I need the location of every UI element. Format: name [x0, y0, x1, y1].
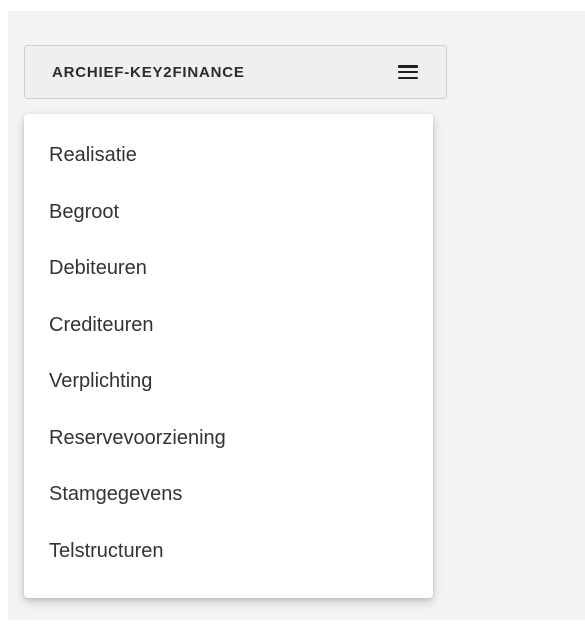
menu-item-crediteuren[interactable]: Crediteuren	[24, 297, 433, 354]
hamburger-line-bottom	[398, 76, 418, 79]
menu-item-debiteuren[interactable]: Debiteuren	[24, 240, 433, 297]
hamburger-line-middle	[398, 70, 418, 74]
archive-menu-label: ARCHIEF-KEY2FINANCE	[52, 63, 245, 81]
dropdown-menu: Realisatie Begroot Debiteuren Crediteure…	[24, 114, 433, 598]
menu-item-telstructuren[interactable]: Telstructuren	[24, 523, 433, 580]
page: ARCHIEF-KEY2FINANCE Realisatie Begroot D…	[0, 0, 585, 631]
menu-item-realisatie[interactable]: Realisatie	[24, 127, 433, 184]
menu-item-verplichting[interactable]: Verplichting	[24, 353, 433, 410]
menu-item-stamgegevens[interactable]: Stamgegevens	[24, 466, 433, 523]
menu-item-begroot[interactable]: Begroot	[24, 184, 433, 241]
hamburger-icon[interactable]	[398, 65, 418, 79]
hamburger-line-top	[398, 65, 418, 68]
menu-item-reservevoorziening[interactable]: Reservevoorziening	[24, 410, 433, 467]
archive-menu-button[interactable]: ARCHIEF-KEY2FINANCE	[24, 45, 447, 99]
dropdown-list: Realisatie Begroot Debiteuren Crediteure…	[24, 114, 433, 579]
